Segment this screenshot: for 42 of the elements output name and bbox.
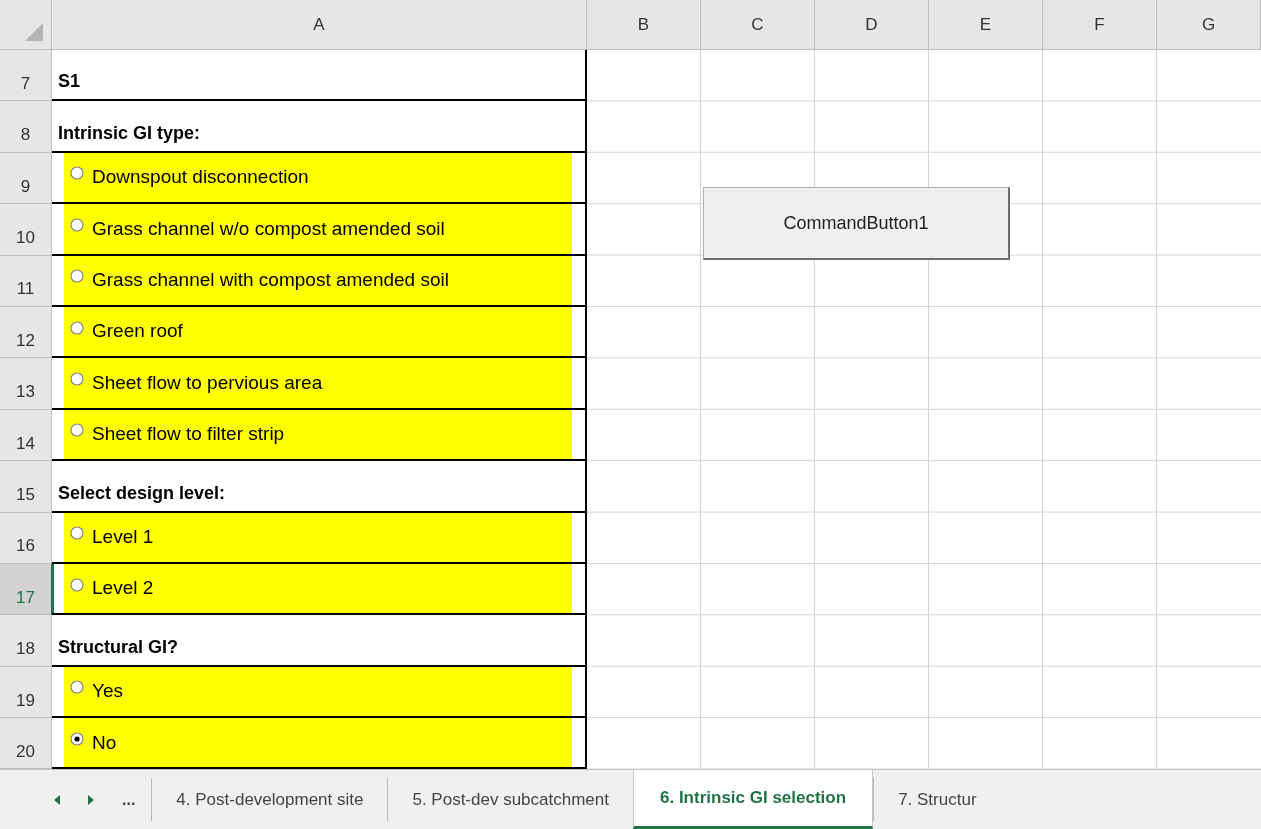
- sheet-tab[interactable]: 7. Structur: [873, 778, 1001, 821]
- row-header[interactable]: 18: [0, 615, 52, 667]
- row-header[interactable]: 20: [0, 718, 52, 770]
- row-header[interactable]: 10: [0, 204, 52, 256]
- row-header[interactable]: 17: [0, 563, 52, 616]
- sheet-tab[interactable]: 4. Post-development site: [151, 778, 388, 821]
- radio-option[interactable]: Green roof: [64, 306, 572, 357]
- section-label: Intrinsic GI type:: [57, 121, 201, 145]
- radio-option[interactable]: No: [64, 718, 572, 768]
- scroll-left-icon[interactable]: [54, 794, 60, 805]
- row-header[interactable]: 15: [0, 461, 52, 513]
- more-tabs-button[interactable]: ...: [122, 787, 136, 812]
- row-header[interactable]: 9: [0, 152, 52, 205]
- row-header[interactable]: 14: [0, 409, 52, 462]
- column-header[interactable]: C: [751, 11, 764, 38]
- command-button[interactable]: CommandButton1: [703, 187, 1010, 260]
- row-header[interactable]: 19: [0, 666, 52, 719]
- radio-option[interactable]: Grass channel with compost amended soil: [64, 255, 572, 305]
- radio-option[interactable]: Grass channel w/o compost amended soil: [64, 204, 572, 254]
- section-label: Select design level:: [57, 481, 226, 505]
- column-header[interactable]: B: [637, 11, 650, 38]
- radio-option[interactable]: Sheet flow to filter strip: [64, 409, 572, 460]
- column-header[interactable]: E: [979, 11, 992, 38]
- sheet-tab[interactable]: 6. Intrinsic GI selection: [633, 770, 874, 829]
- column-header[interactable]: G: [1201, 11, 1216, 38]
- radio-option[interactable]: Yes: [64, 666, 572, 717]
- radio-option[interactable]: Level 2: [64, 563, 572, 614]
- row-header[interactable]: 13: [0, 358, 52, 410]
- column-header[interactable]: D: [865, 11, 878, 38]
- row-header[interactable]: 7: [0, 50, 52, 102]
- column-header[interactable]: A: [313, 11, 325, 38]
- scroll-right-icon[interactable]: [88, 794, 94, 805]
- row-header[interactable]: 8: [0, 101, 52, 153]
- column-header[interactable]: F: [1094, 11, 1105, 38]
- radio-option[interactable]: Level 1: [64, 512, 572, 562]
- radio-option[interactable]: Downspout disconnection: [64, 152, 572, 203]
- radio-option[interactable]: Sheet flow to pervious area: [64, 358, 572, 408]
- section-label: Structural GI?: [57, 635, 178, 659]
- row-header[interactable]: 11: [0, 255, 52, 307]
- row-header[interactable]: 12: [0, 306, 52, 359]
- section-label: S1: [57, 70, 81, 94]
- row-header[interactable]: 16: [0, 512, 52, 564]
